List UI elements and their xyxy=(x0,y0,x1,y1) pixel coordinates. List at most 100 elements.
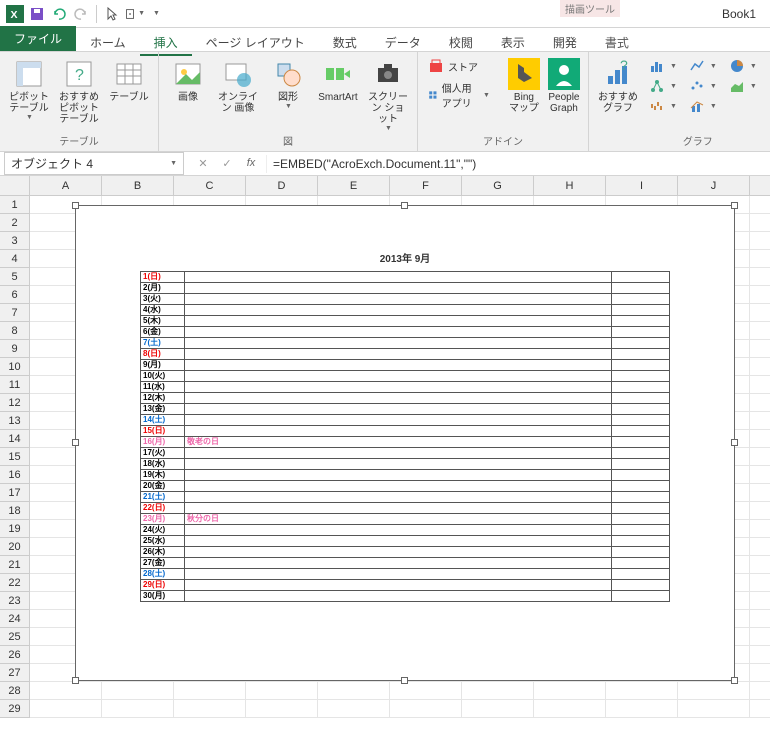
combo-chart-icon[interactable]: ▼ xyxy=(685,96,721,116)
cursor-icon[interactable] xyxy=(101,3,123,25)
tab-ホーム[interactable]: ホーム xyxy=(76,32,140,54)
row-header[interactable]: 13 xyxy=(0,412,29,430)
embedded-object[interactable]: 2013年 9月 1(日)2(月)3(火)4(水)5(木)6(金)7(土)8(日… xyxy=(75,205,735,681)
formula-input[interactable]: =EMBED("AcroExch.Document.11","") xyxy=(266,155,770,173)
table-button[interactable]: テーブル xyxy=(106,56,152,105)
row-header[interactable]: 14 xyxy=(0,430,29,448)
hierarchy-chart-icon[interactable]: ▼ xyxy=(645,76,681,96)
row-header[interactable]: 19 xyxy=(0,520,29,538)
redo-icon[interactable] xyxy=(70,3,92,25)
row-header[interactable]: 25 xyxy=(0,628,29,646)
row-header[interactable]: 28 xyxy=(0,682,29,700)
calendar-date: 28(土) xyxy=(141,569,185,580)
smartart-button[interactable]: SmartArt xyxy=(315,56,361,105)
column-chart-icon[interactable]: ▼ xyxy=(645,56,681,76)
calendar-note xyxy=(185,360,612,371)
tab-ページ レイアウト[interactable]: ページ レイアウト xyxy=(192,32,319,54)
row-header[interactable]: 24 xyxy=(0,610,29,628)
col-header[interactable]: B xyxy=(102,176,174,195)
row-header[interactable]: 4 xyxy=(0,250,29,268)
resize-handle[interactable] xyxy=(731,439,738,446)
picture-button[interactable]: 画像 xyxy=(165,56,211,105)
row-header[interactable]: 12 xyxy=(0,394,29,412)
col-header[interactable]: F xyxy=(390,176,462,195)
people-graph-button[interactable]: People Graph xyxy=(546,56,582,116)
row-header[interactable]: 29 xyxy=(0,700,29,718)
col-header[interactable]: I xyxy=(606,176,678,195)
pie-chart-icon[interactable]: ▼ xyxy=(725,56,761,76)
row-header[interactable]: 17 xyxy=(0,484,29,502)
resize-handle[interactable] xyxy=(401,677,408,684)
col-header[interactable]: G xyxy=(462,176,534,195)
recommended-pivot-button[interactable]: ? おすすめ ピボットテーブル xyxy=(56,56,102,127)
row-header[interactable]: 26 xyxy=(0,646,29,664)
col-header[interactable]: D xyxy=(246,176,318,195)
radar-chart-icon[interactable]: ▼ xyxy=(765,76,770,96)
row-header[interactable]: 18 xyxy=(0,502,29,520)
resize-handle[interactable] xyxy=(72,202,79,209)
row-header[interactable]: 1 xyxy=(0,196,29,214)
row-header[interactable]: 15 xyxy=(0,448,29,466)
undo-icon[interactable] xyxy=(48,3,70,25)
row-header[interactable]: 2 xyxy=(0,214,29,232)
tab-数式[interactable]: 数式 xyxy=(319,32,371,54)
online-picture-button[interactable]: オンライン 画像 xyxy=(215,56,261,116)
line-chart-icon[interactable]: ▼ xyxy=(685,56,721,76)
calendar-date: 12(木) xyxy=(141,393,185,404)
name-box[interactable]: オブジェクト 4▼ xyxy=(4,152,184,175)
row-header[interactable]: 27 xyxy=(0,664,29,682)
my-apps-button[interactable]: 個人用アプリ▼ xyxy=(424,78,494,112)
enter-icon[interactable]: ✓ xyxy=(218,157,236,170)
shapes-button[interactable]: 図形▼ xyxy=(265,56,311,112)
row-headers[interactable]: 1234567891011121314151617181920212223242… xyxy=(0,196,30,718)
tab-校閲[interactable]: 校閲 xyxy=(435,32,487,54)
tab-file[interactable]: ファイル xyxy=(0,26,76,51)
resize-handle[interactable] xyxy=(401,202,408,209)
bing-maps-button[interactable]: Bing マップ xyxy=(506,56,542,116)
row-header[interactable]: 10 xyxy=(0,358,29,376)
col-header[interactable]: C xyxy=(174,176,246,195)
recommended-charts-button[interactable]: ? おすすめ グラフ xyxy=(595,56,641,116)
col-header[interactable]: E xyxy=(318,176,390,195)
row-header[interactable]: 21 xyxy=(0,556,29,574)
row-header[interactable]: 9 xyxy=(0,340,29,358)
touch-mode-icon[interactable]: ▼ xyxy=(123,3,145,25)
tab-開発[interactable]: 開発 xyxy=(539,32,591,54)
col-header[interactable]: H xyxy=(534,176,606,195)
fx-icon[interactable]: fx xyxy=(242,157,260,170)
column-headers[interactable]: ABCDEFGHIJ xyxy=(30,176,770,196)
row-header[interactable]: 5 xyxy=(0,268,29,286)
store-button[interactable]: ストア xyxy=(424,56,494,76)
col-header[interactable]: J xyxy=(678,176,750,195)
row-header[interactable]: 23 xyxy=(0,592,29,610)
save-icon[interactable] xyxy=(26,3,48,25)
excel-icon[interactable]: X xyxy=(4,3,26,25)
formula-bar: オブジェクト 4▼ ✕ ✓ fx =EMBED("AcroExch.Docume… xyxy=(0,152,770,176)
row-header[interactable]: 6 xyxy=(0,286,29,304)
resize-handle[interactable] xyxy=(72,439,79,446)
row-header[interactable]: 20 xyxy=(0,538,29,556)
row-header[interactable]: 16 xyxy=(0,466,29,484)
calendar-cell xyxy=(612,558,670,569)
col-header[interactable]: A xyxy=(30,176,102,195)
select-all-corner[interactable] xyxy=(0,176,30,196)
tab-書式[interactable]: 書式 xyxy=(591,32,643,54)
bar-chart-icon[interactable]: ▼ xyxy=(765,56,770,76)
tab-データ[interactable]: データ xyxy=(371,32,435,54)
row-header[interactable]: 7 xyxy=(0,304,29,322)
resize-handle[interactable] xyxy=(731,202,738,209)
win-loss-chart-icon[interactable]: ▼ xyxy=(645,96,681,116)
tab-表示[interactable]: 表示 xyxy=(487,32,539,54)
pivot-table-button[interactable]: ピボット テーブル▼ xyxy=(6,56,52,123)
qat-customize-icon[interactable]: ▼ xyxy=(145,3,167,25)
scatter-chart-icon[interactable]: ▼ xyxy=(685,76,721,96)
resize-handle[interactable] xyxy=(72,677,79,684)
cancel-icon[interactable]: ✕ xyxy=(194,157,212,170)
resize-handle[interactable] xyxy=(731,677,738,684)
row-header[interactable]: 11 xyxy=(0,376,29,394)
row-header[interactable]: 22 xyxy=(0,574,29,592)
row-header[interactable]: 8 xyxy=(0,322,29,340)
screenshot-button[interactable]: スクリーン ショット▼ xyxy=(365,56,411,134)
surface-chart-icon[interactable]: ▼ xyxy=(725,76,761,96)
row-header[interactable]: 3 xyxy=(0,232,29,250)
